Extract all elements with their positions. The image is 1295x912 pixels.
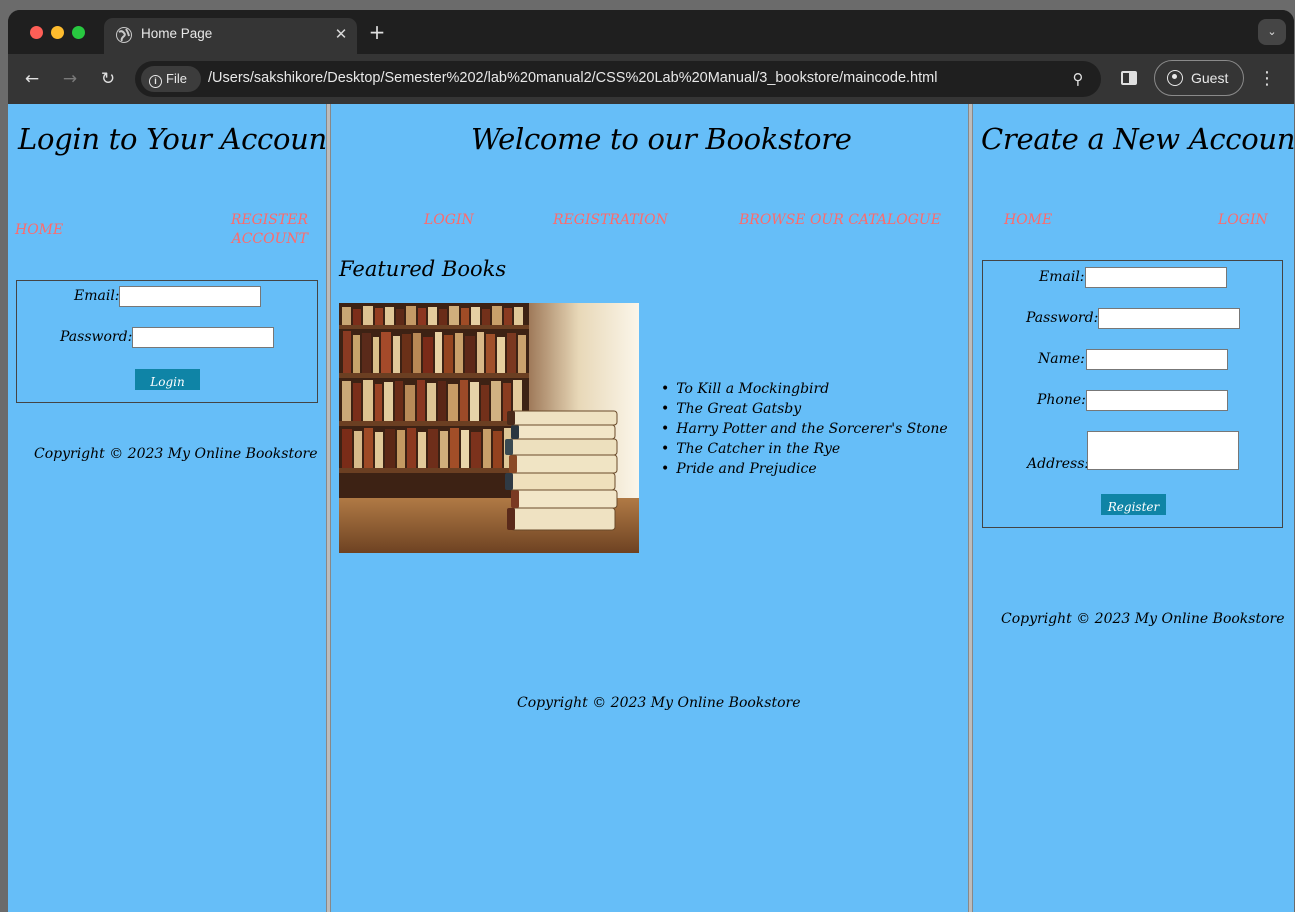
nav-link-registration[interactable]: REGISTRATION <box>553 211 668 230</box>
minimize-window-button[interactable] <box>51 26 64 39</box>
register-password-field[interactable] <box>1098 308 1240 329</box>
list-item: To Kill a Mockingbird <box>661 379 948 399</box>
login-frame: Login to Your Account HOME REGISTER ACCO… <box>8 104 339 912</box>
password-label: Password: <box>60 329 133 345</box>
forward-button[interactable]: → <box>58 67 82 91</box>
login-password-field[interactable] <box>132 327 274 348</box>
bookshelf-photo <box>339 303 639 553</box>
login-form: Email: Password: Login <box>16 280 318 403</box>
register-name-field[interactable] <box>1086 349 1228 370</box>
list-item: Pride and Prejudice <box>661 459 948 479</box>
email-label: Email: <box>74 288 120 304</box>
register-phone-field[interactable] <box>1086 390 1228 411</box>
featured-books-list: To Kill a Mockingbird The Great Gatsby H… <box>661 379 948 479</box>
name-label: Name: <box>1038 351 1085 367</box>
tab-home-page[interactable]: Home Page ✕ <box>104 18 357 54</box>
browser-window: Home Page ✕ + ⌄ ← → ↻ i File /Users/saksh… <box>8 10 1294 912</box>
phone-label: Phone: <box>1037 392 1086 408</box>
menu-icon[interactable]: ⋮ <box>1258 67 1276 91</box>
bookshelf-image <box>339 303 639 553</box>
globe-icon <box>116 27 132 43</box>
password-label: Password: <box>1026 310 1099 326</box>
site-info-chip[interactable]: i File <box>141 66 201 92</box>
browser-toolbar: ← → ↻ i File /Users/sakshikore/Desktop/Se… <box>8 54 1294 104</box>
tab-strip: Home Page ✕ + ⌄ <box>8 10 1294 54</box>
featured-heading: Featured Books <box>339 257 507 281</box>
close-tab-icon[interactable]: ✕ <box>331 24 351 44</box>
nav-link-browse-catalogue[interactable]: BROWSE OUR CATALOGUE <box>739 211 941 230</box>
copyright-text: Copyright © 2023 My Online Bookstore <box>34 446 318 462</box>
chip-label: File <box>166 71 187 86</box>
login-button[interactable]: Login <box>135 369 200 390</box>
zoom-icon[interactable]: ⚲ <box>1069 70 1087 88</box>
nav-link-login[interactable]: LOGIN <box>1218 211 1268 230</box>
nav-link-home[interactable]: HOME <box>1004 211 1052 230</box>
register-frame: Create a New Account HOME LOGIN Email: P… <box>973 104 1294 912</box>
tab-search-button[interactable]: ⌄ <box>1258 19 1286 45</box>
close-window-button[interactable] <box>30 26 43 39</box>
home-frame: Welcome to our Bookstore LOGIN REGISTRAT… <box>331 104 968 912</box>
copyright-text: Copyright © 2023 My Online Bookstore <box>1001 611 1285 627</box>
register-email-field[interactable] <box>1085 267 1227 288</box>
list-item: Harry Potter and the Sorcerer's Stone <box>661 419 947 439</box>
page-viewport: Login to Your Account HOME REGISTER ACCO… <box>8 104 1294 912</box>
tab-title: Home Page <box>141 26 213 41</box>
page-title: Welcome to our Bookstore <box>471 122 852 156</box>
login-title: Login to Your Account <box>18 122 339 156</box>
registration-form: Email: Password: Name: Phone: Address: R… <box>982 260 1283 528</box>
profile-icon <box>1167 70 1183 86</box>
register-address-textarea[interactable] <box>1087 431 1239 470</box>
address-label: Address: <box>1027 456 1090 472</box>
copyright-text: Copyright © 2023 My Online Bookstore <box>517 695 801 711</box>
side-panel-icon[interactable] <box>1121 71 1137 85</box>
nav-link-login[interactable]: LOGIN <box>424 211 474 230</box>
reload-button[interactable]: ↻ <box>96 67 120 91</box>
register-button[interactable]: Register <box>1101 494 1166 515</box>
login-email-field[interactable] <box>119 286 261 307</box>
list-item: The Great Gatsby <box>661 399 948 419</box>
back-button[interactable]: ← <box>20 67 44 91</box>
nav-link-home[interactable]: HOME <box>15 221 63 240</box>
email-label: Email: <box>1039 269 1085 285</box>
maximize-window-button[interactable] <box>72 26 85 39</box>
list-item: The Catcher in the Rye <box>661 439 948 459</box>
new-tab-button[interactable]: + <box>366 22 388 44</box>
info-icon: i <box>149 75 162 88</box>
address-bar[interactable]: i File /Users/sakshikore/Desktop/Semester… <box>135 61 1101 97</box>
nav-link-register-account[interactable]: REGISTER ACCOUNT <box>226 211 308 249</box>
url-text[interactable]: /Users/sakshikore/Desktop/Semester%202/l… <box>208 70 937 86</box>
profile-button[interactable]: Guest <box>1154 60 1244 96</box>
profile-label: Guest <box>1191 70 1229 86</box>
register-title: Create a New Account <box>981 122 1294 156</box>
